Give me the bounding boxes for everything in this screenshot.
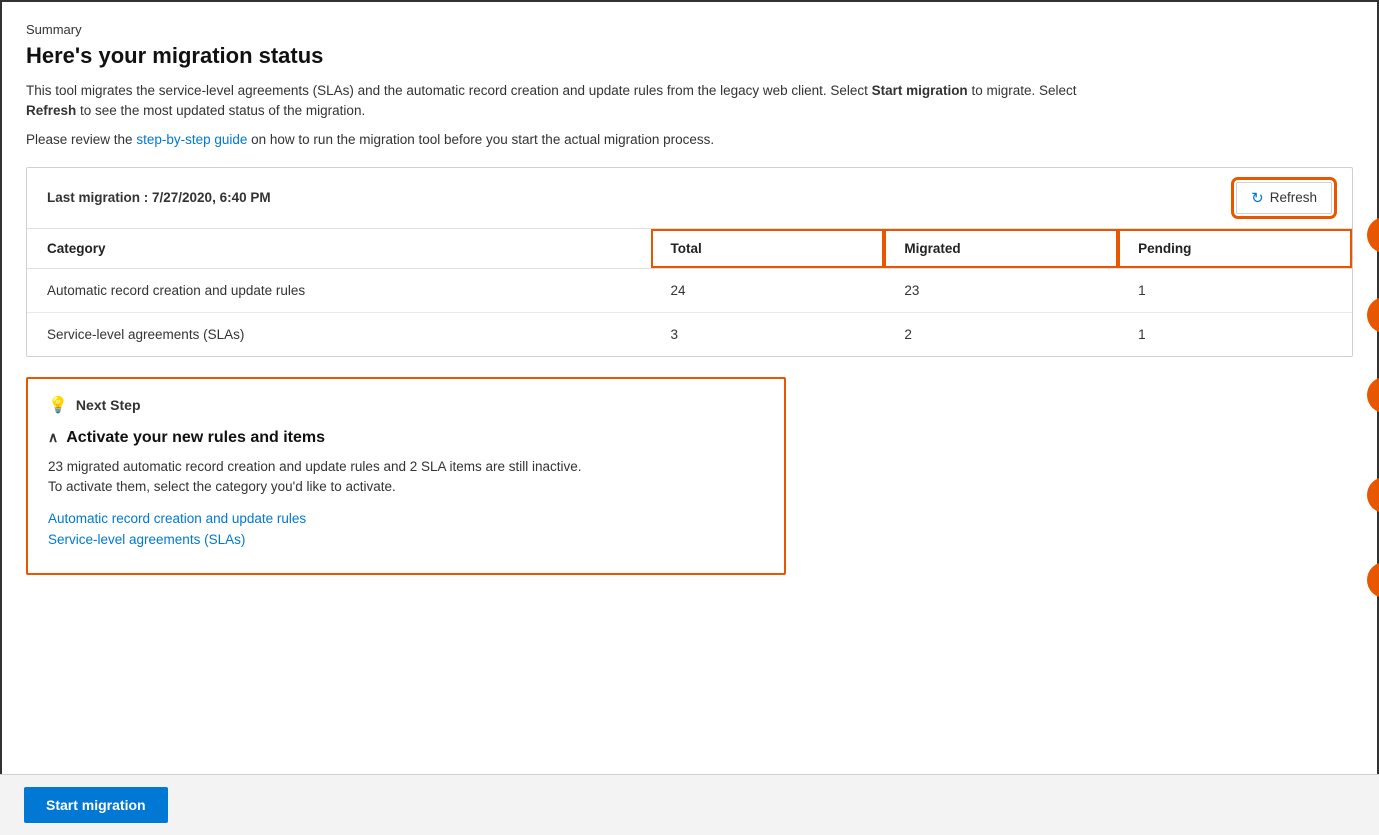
- row1-category: Automatic record creation and update rul…: [27, 268, 651, 312]
- page-title: Here's your migration status: [26, 43, 1353, 69]
- annotation-circle-4: 4: [1367, 477, 1379, 513]
- step-by-step-guide-link[interactable]: step-by-step guide: [136, 132, 247, 147]
- col-total-header: Total: [651, 229, 885, 269]
- row2-migrated: 2: [884, 312, 1118, 356]
- card-header: Last migration : 7/27/2020, 6:40 PM ↻ Re…: [27, 168, 1352, 229]
- row2-total: 3: [651, 312, 885, 356]
- refresh-button[interactable]: ↻ Refresh: [1236, 182, 1332, 214]
- table-row: Automatic record creation and update rul…: [27, 268, 1352, 312]
- lightbulb-icon: 💡: [48, 395, 68, 415]
- automatic-rules-link[interactable]: Automatic record creation and update rul…: [48, 511, 764, 526]
- row2-pending: 1: [1118, 312, 1352, 356]
- col-category-header: Category: [27, 229, 651, 269]
- next-step-label: Next Step: [76, 397, 141, 413]
- annotation-circle-3: 3: [1367, 377, 1379, 413]
- next-step-header: 💡 Next Step: [48, 395, 764, 415]
- row2-category: Service-level agreements (SLAs): [27, 312, 651, 356]
- refresh-icon: ↻: [1251, 189, 1264, 207]
- activate-heading: ∧ Activate your new rules and items: [48, 429, 764, 447]
- annotation-circle-2: 2: [1367, 297, 1379, 333]
- bottom-bar: Start migration: [0, 774, 1379, 835]
- annotation-circle-5: 5: [1367, 562, 1379, 598]
- chevron-up-icon: ∧: [48, 429, 58, 446]
- summary-label: Summary: [26, 22, 1353, 37]
- row1-migrated: 23: [884, 268, 1118, 312]
- guide-text: Please review the step-by-step guide on …: [26, 132, 1353, 147]
- col-pending-header: Pending: [1118, 229, 1352, 269]
- table-row: Service-level agreements (SLAs) 3 2 1: [27, 312, 1352, 356]
- row1-pending: 1: [1118, 268, 1352, 312]
- description-text: This tool migrates the service-level agr…: [26, 81, 1126, 122]
- refresh-label: Refresh: [1270, 190, 1317, 205]
- migration-table: Category Total Migrated Pending Automati…: [27, 229, 1352, 356]
- migration-card: Last migration : 7/27/2020, 6:40 PM ↻ Re…: [26, 167, 1353, 357]
- start-migration-button[interactable]: Start migration: [24, 787, 168, 823]
- annotation-circle-1: 1: [1367, 217, 1379, 253]
- last-migration-text: Last migration : 7/27/2020, 6:40 PM: [47, 190, 271, 205]
- activate-heading-text: Activate your new rules and items: [66, 429, 325, 447]
- sla-link[interactable]: Service-level agreements (SLAs): [48, 532, 764, 547]
- activate-description: 23 migrated automatic record creation an…: [48, 457, 764, 498]
- next-step-box: 💡 Next Step ∧ Activate your new rules an…: [26, 377, 786, 576]
- col-migrated-header: Migrated: [884, 229, 1118, 269]
- row1-total: 24: [651, 268, 885, 312]
